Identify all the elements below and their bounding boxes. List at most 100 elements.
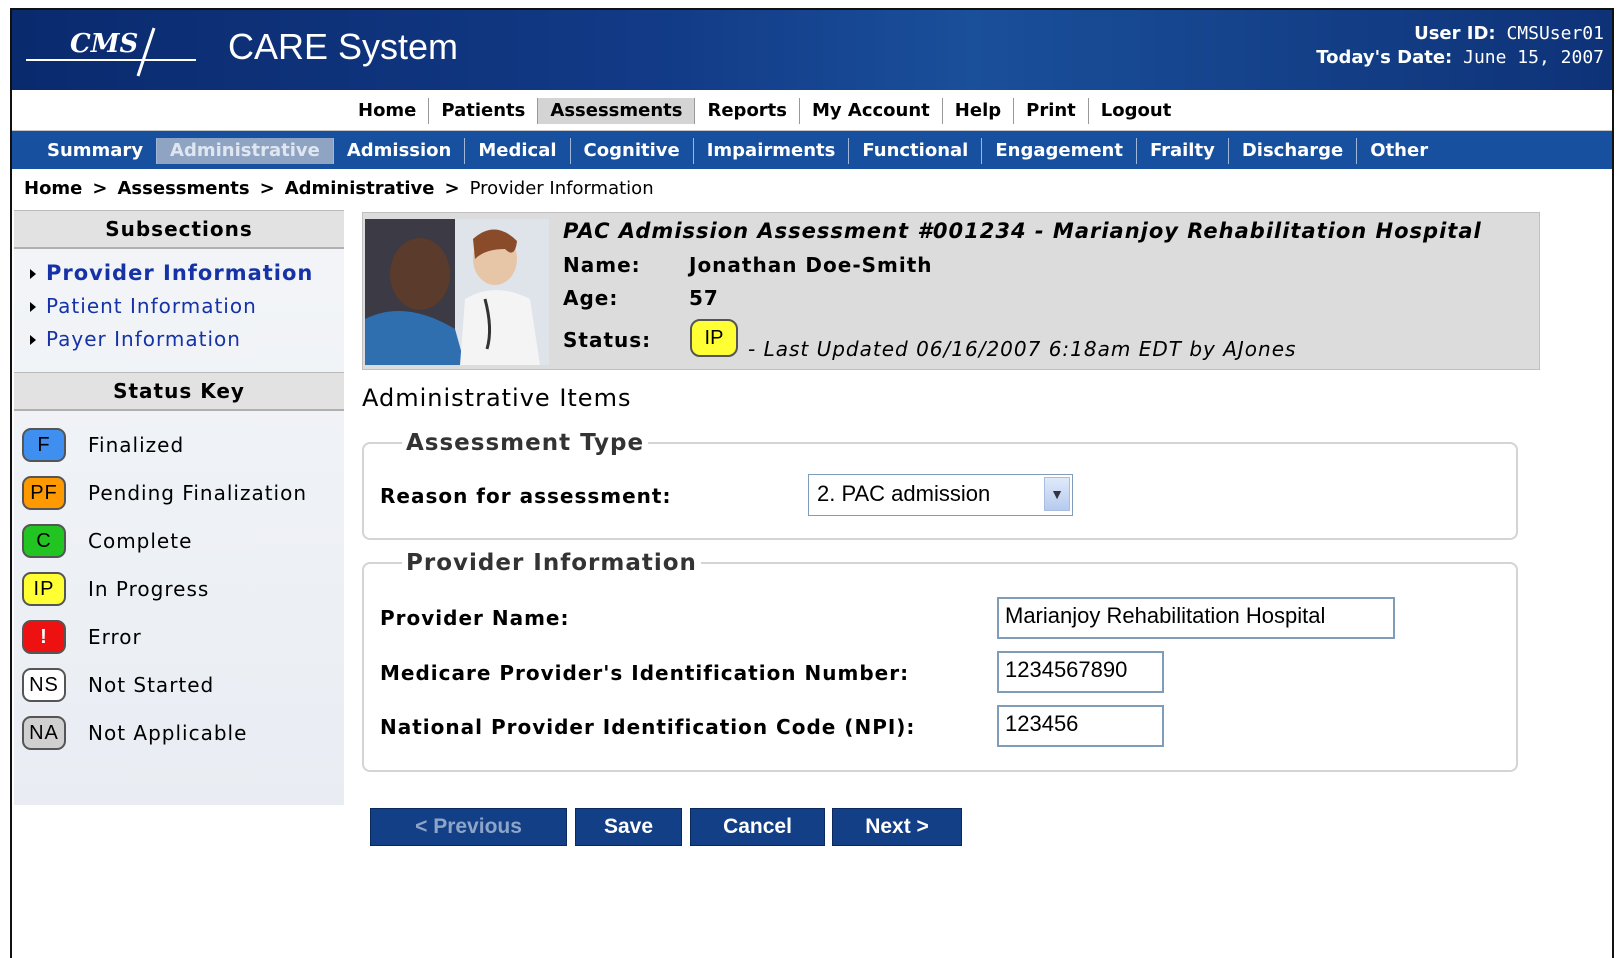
- app-header: CMS CARE System User ID: CMSUser01 Today…: [12, 10, 1612, 90]
- status-badge: IP: [690, 319, 738, 357]
- triangle-right-icon: [30, 268, 36, 279]
- user-id-value: CMSUser01: [1506, 23, 1604, 44]
- tab-admission[interactable]: Admission: [334, 138, 466, 164]
- tab-summary[interactable]: Summary: [34, 138, 158, 164]
- reason-label: Reason for assessment:: [380, 484, 672, 508]
- assessment-section-nav: Summary Administrative Admission Medical…: [12, 131, 1612, 169]
- age-label: Age:: [563, 286, 619, 310]
- logo-text: CMS: [70, 29, 138, 59]
- provider-name-label: Provider Name:: [380, 606, 570, 630]
- status-key-row: PF Pending Finalization: [22, 469, 344, 517]
- save-button[interactable]: Save: [575, 808, 682, 846]
- subsection-label: Patient Information: [46, 294, 257, 318]
- topnav-reports[interactable]: Reports: [695, 98, 800, 124]
- status-label: Status:: [563, 328, 652, 352]
- app-title: CARE System: [228, 26, 459, 67]
- status-key-row: C Complete: [22, 517, 344, 565]
- status-badge-icon: PF: [22, 476, 66, 510]
- tab-other[interactable]: Other: [1357, 138, 1441, 164]
- medicare-id-label: Medicare Provider's Identification Numbe…: [380, 661, 910, 685]
- date-value: June 15, 2007: [1463, 47, 1604, 68]
- subsection-label: Provider Information: [46, 261, 314, 285]
- app-window: CMS CARE System User ID: CMSUser01 Today…: [10, 8, 1614, 958]
- status-key-label: Pending Finalization: [88, 481, 308, 505]
- topnav-assessments[interactable]: Assessments: [538, 98, 696, 124]
- provider-information-legend: Provider Information: [406, 550, 697, 576]
- medicare-id-field[interactable]: 1234567890: [997, 651, 1164, 693]
- subsection-patient-information[interactable]: Patient Information: [30, 290, 344, 323]
- status-key-label: Not Started: [88, 673, 215, 697]
- user-info: User ID: CMSUser01 Today's Date: June 15…: [1316, 22, 1604, 70]
- tab-discharge[interactable]: Discharge: [1229, 138, 1358, 164]
- cancel-button[interactable]: Cancel: [690, 808, 825, 846]
- triangle-right-icon: [30, 301, 36, 312]
- subsection-label: Payer Information: [46, 327, 241, 351]
- status-key-heading: Status Key: [14, 372, 344, 411]
- topnav-patients[interactable]: Patients: [429, 98, 539, 124]
- tab-administrative[interactable]: Administrative: [157, 138, 334, 164]
- tab-engagement[interactable]: Engagement: [982, 138, 1137, 164]
- reason-select[interactable]: 2. PAC admission ▼: [808, 474, 1073, 516]
- breadcrumb-separator: >: [444, 178, 460, 199]
- status-key-label: Error: [88, 625, 142, 649]
- status-badge-icon: NA: [22, 716, 66, 750]
- patient-photo: [365, 219, 549, 365]
- top-nav: Home Patients Assessments Reports My Acc…: [12, 90, 1612, 131]
- status-key-row: F Finalized: [22, 421, 344, 469]
- patient-name: Jonathan Doe-Smith: [689, 253, 933, 277]
- status-key-row: IP In Progress: [22, 565, 344, 613]
- breadcrumb-assessments[interactable]: Assessments: [118, 178, 250, 199]
- status-key-label: In Progress: [88, 577, 210, 601]
- patient-age: 57: [689, 286, 719, 310]
- breadcrumb-separator: >: [92, 178, 108, 199]
- assessment-type-legend: Assessment Type: [406, 430, 645, 456]
- tab-medical[interactable]: Medical: [465, 138, 571, 164]
- tab-impairments[interactable]: Impairments: [694, 138, 850, 164]
- status-badge-icon: C: [22, 524, 66, 558]
- status-key-label: Complete: [88, 529, 193, 553]
- triangle-right-icon: [30, 334, 36, 345]
- name-label: Name:: [563, 253, 641, 277]
- status-badge-icon: F: [22, 428, 66, 462]
- user-id-label: User ID:: [1414, 23, 1496, 44]
- breadcrumb-administrative[interactable]: Administrative: [285, 178, 435, 199]
- breadcrumb-home[interactable]: Home: [24, 178, 82, 199]
- topnav-help[interactable]: Help: [943, 98, 1015, 124]
- subsection-payer-information[interactable]: Payer Information: [30, 323, 344, 356]
- assessment-title: PAC Admission Assessment #001234 - Maria…: [563, 219, 1482, 243]
- tab-functional[interactable]: Functional: [849, 138, 983, 164]
- breadcrumb-separator: >: [259, 178, 275, 199]
- topnav-my-account[interactable]: My Account: [800, 98, 943, 124]
- tab-cognitive[interactable]: Cognitive: [571, 138, 694, 164]
- status-badge-icon: NS: [22, 668, 66, 702]
- patient-summary-panel: PAC Admission Assessment #001234 - Maria…: [362, 212, 1540, 370]
- status-key-label: Finalized: [88, 433, 185, 457]
- status-key-row: NA Not Applicable: [22, 709, 344, 757]
- status-key-row: ! Error: [22, 613, 344, 661]
- provider-name-field[interactable]: Marianjoy Rehabilitation Hospital: [997, 597, 1395, 639]
- reason-select-value: 2. PAC admission: [817, 481, 991, 506]
- status-key-label: Not Applicable: [88, 721, 248, 745]
- chevron-down-icon[interactable]: ▼: [1044, 477, 1070, 511]
- sidebar: Subsections Provider Information Patient…: [14, 210, 344, 805]
- topnav-print[interactable]: Print: [1014, 98, 1089, 124]
- subsections-list: Provider Information Patient Information…: [14, 249, 344, 372]
- page-title: Administrative Items: [362, 384, 632, 412]
- status-key-list: F Finalized PF Pending Finalization C Complet…: [14, 411, 344, 757]
- tab-frailty[interactable]: Frailty: [1137, 138, 1229, 164]
- npi-field[interactable]: 123456: [997, 705, 1164, 747]
- last-updated-text: - Last Updated 06/16/2007 6:18am EDT by …: [748, 337, 1297, 361]
- cms-logo: CMS: [26, 27, 196, 77]
- next-button[interactable]: Next >: [832, 808, 962, 846]
- previous-button[interactable]: < Previous: [370, 808, 567, 846]
- date-label: Today's Date:: [1316, 47, 1453, 68]
- topnav-home[interactable]: Home: [346, 98, 430, 124]
- npi-label: National Provider Identification Code (N…: [380, 715, 916, 739]
- breadcrumb: Home > Assessments > Administrative > Provider…: [24, 178, 654, 199]
- topnav-logout[interactable]: Logout: [1089, 98, 1184, 124]
- breadcrumb-current: Provider Information: [469, 178, 654, 199]
- status-key-row: NS Not Started: [22, 661, 344, 709]
- status-badge-icon: !: [22, 620, 66, 654]
- subsection-provider-information[interactable]: Provider Information: [30, 257, 344, 290]
- subsections-heading: Subsections: [14, 210, 344, 249]
